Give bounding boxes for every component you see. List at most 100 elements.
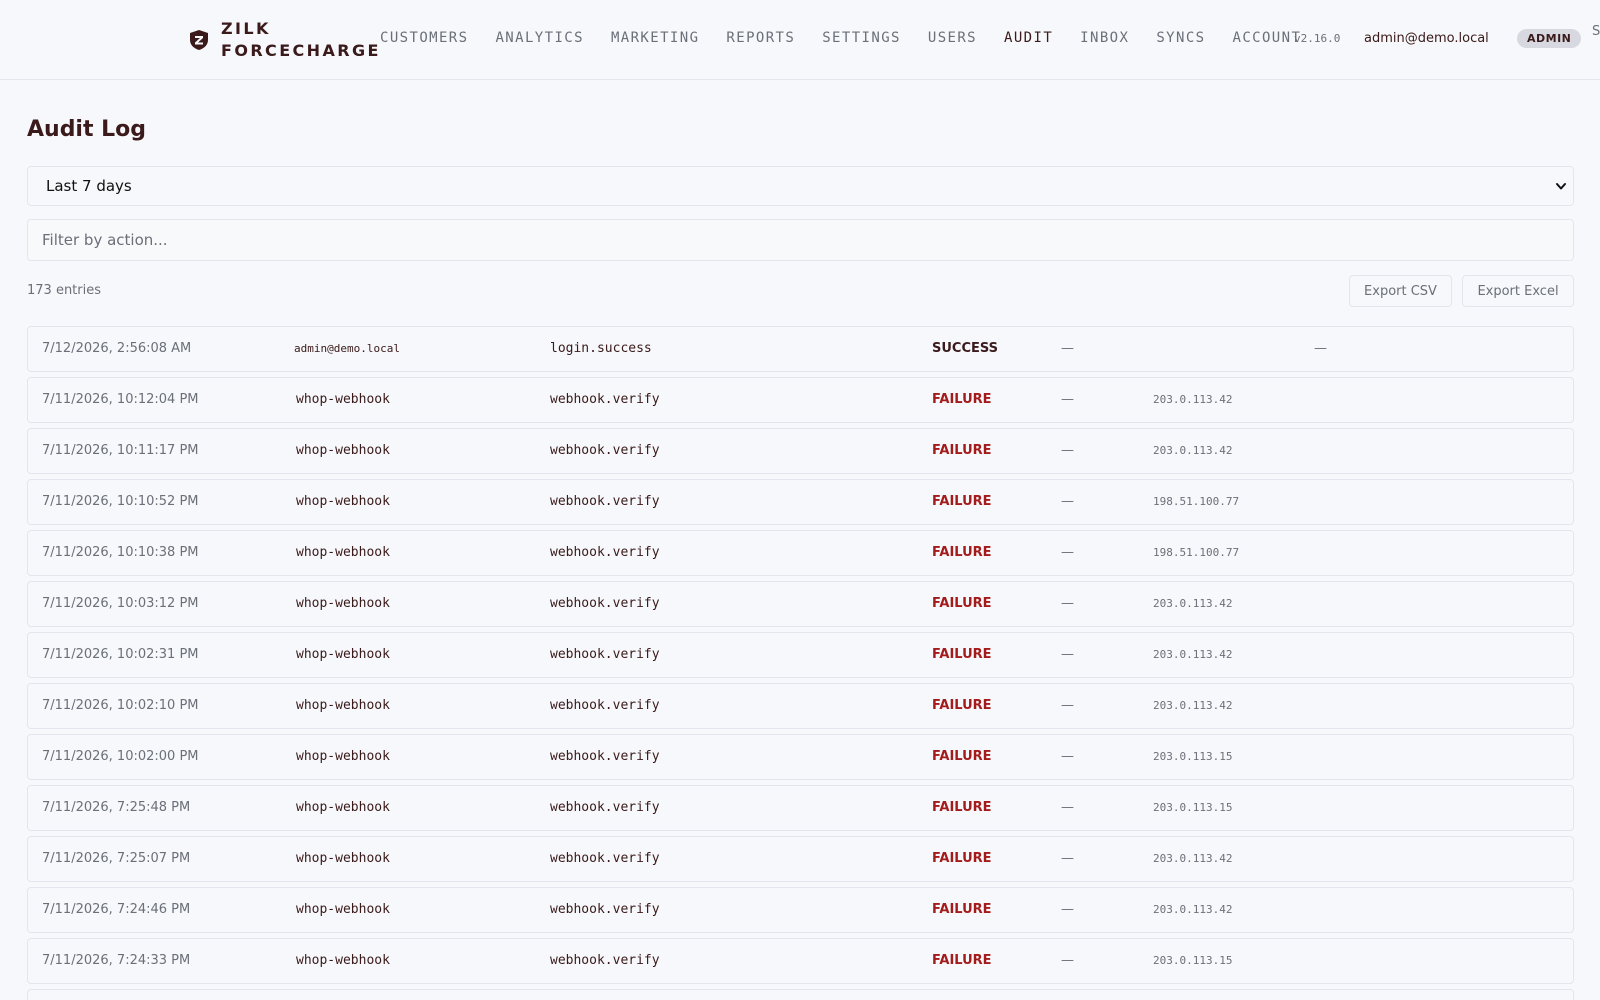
audit-log-list: 7/12/2026, 2:56:08 AM admin@demo.local l… (27, 326, 1574, 1000)
nav-marketing[interactable]: MARKETING (611, 30, 699, 46)
entry-ip: 203.0.113.15 (1153, 954, 1233, 967)
entry-target: — (1061, 494, 1074, 509)
entry-count: 173 entries (27, 283, 102, 298)
table-row[interactable]: 7/11/2026, 10:02:10 PM whop-webhook webh… (27, 683, 1574, 729)
entry-actor: whop-webhook (296, 392, 390, 407)
entry-time: 7/11/2026, 10:02:31 PM (42, 647, 199, 662)
entry-action: webhook.verify (550, 494, 660, 509)
entry-status: FAILURE (932, 494, 992, 509)
entry-actor: whop-webhook (296, 596, 390, 611)
entry-ip: — (1314, 341, 1327, 356)
entry-time: 7/11/2026, 7:25:07 PM (42, 851, 191, 866)
entry-ip: 203.0.113.15 (1153, 750, 1233, 763)
entry-time: 7/11/2026, 10:12:04 PM (42, 392, 199, 407)
nav-settings[interactable]: SETTINGS (822, 30, 901, 46)
entry-actor: admin@demo.local (294, 342, 400, 355)
entry-actor: whop-webhook (296, 902, 390, 917)
entry-time: 7/11/2026, 7:24:33 PM (42, 953, 191, 968)
entry-action: webhook.verify (550, 851, 660, 866)
table-row[interactable]: 7/11/2026, 10:10:52 PM whop-webhook webh… (27, 479, 1574, 525)
table-row-partial[interactable] (27, 989, 1574, 1000)
nav-reports[interactable]: REPORTS (726, 30, 795, 46)
entry-target: — (1061, 545, 1074, 560)
table-row[interactable]: 7/11/2026, 7:24:46 PM whop-webhook webho… (27, 887, 1574, 933)
entry-time: 7/11/2026, 7:24:46 PM (42, 902, 191, 917)
table-row[interactable]: 7/11/2026, 10:02:00 PM whop-webhook webh… (27, 734, 1574, 780)
nav-inbox[interactable]: INBOX (1080, 30, 1129, 46)
nav-customers[interactable]: CUSTOMERS (380, 30, 468, 46)
entry-ip: 203.0.113.42 (1153, 444, 1233, 457)
entry-action: webhook.verify (550, 698, 660, 713)
entry-target: — (1061, 698, 1074, 713)
table-row[interactable]: 7/11/2026, 7:25:07 PM whop-webhook webho… (27, 836, 1574, 882)
brand-name-line2: FORCECHARGE (221, 41, 381, 60)
entry-actor: whop-webhook (296, 749, 390, 764)
nav-analytics[interactable]: ANALYTICS (495, 30, 583, 46)
entry-time: 7/11/2026, 10:10:38 PM (42, 545, 199, 560)
table-row[interactable]: 7/11/2026, 7:25:48 PM whop-webhook webho… (27, 785, 1574, 831)
entry-time: 7/11/2026, 10:03:12 PM (42, 596, 199, 611)
entry-ip: 198.51.100.77 (1153, 546, 1240, 559)
nav-users[interactable]: USERS (928, 30, 977, 46)
nav-syncs[interactable]: SYNCS (1156, 30, 1205, 46)
entry-actor: whop-webhook (296, 647, 390, 662)
entry-action: webhook.verify (550, 596, 660, 611)
entry-target: — (1061, 341, 1074, 356)
entry-status: FAILURE (932, 851, 992, 866)
table-row[interactable]: 7/11/2026, 10:10:38 PM whop-webhook webh… (27, 530, 1574, 576)
entry-actor: whop-webhook (296, 800, 390, 815)
export-excel-button[interactable]: Export Excel (1462, 275, 1574, 307)
entry-ip: 198.51.100.77 (1153, 495, 1240, 508)
chevron-down-icon (1556, 183, 1566, 190)
page-title: Audit Log (27, 117, 147, 142)
entry-actor: whop-webhook (296, 851, 390, 866)
entry-status: FAILURE (932, 443, 992, 458)
entry-action: webhook.verify (550, 953, 660, 968)
entry-ip: 203.0.113.42 (1153, 393, 1233, 406)
entry-action: webhook.verify (550, 800, 660, 815)
entry-actor: whop-webhook (296, 545, 390, 560)
entry-status: FAILURE (932, 545, 992, 560)
table-row[interactable]: 7/11/2026, 10:02:31 PM whop-webhook webh… (27, 632, 1574, 678)
export-csv-button[interactable]: Export CSV (1349, 275, 1452, 307)
action-filter-input[interactable] (27, 219, 1574, 261)
entry-status: FAILURE (932, 749, 992, 764)
entry-time: 7/11/2026, 7:25:48 PM (42, 800, 191, 815)
entry-action: webhook.verify (550, 902, 660, 917)
entry-time: 7/11/2026, 10:02:00 PM (42, 749, 199, 764)
entry-status: SUCCESS (932, 341, 999, 356)
shield-logo-icon (190, 30, 208, 50)
nav-audit[interactable]: AUDIT (1004, 30, 1053, 46)
entry-target: — (1061, 851, 1074, 866)
entry-actor: whop-webhook (296, 494, 390, 509)
entry-status: FAILURE (932, 596, 992, 611)
entry-ip: 203.0.113.42 (1153, 597, 1233, 610)
table-row[interactable]: 7/11/2026, 10:12:04 PM whop-webhook webh… (27, 377, 1574, 423)
entry-target: — (1061, 749, 1074, 764)
entry-status: FAILURE (932, 953, 992, 968)
entry-ip: 203.0.113.42 (1153, 699, 1233, 712)
main-nav: CUSTOMERS ANALYTICS MARKETING REPORTS SE… (380, 30, 1328, 46)
entry-time: 7/12/2026, 2:56:08 AM (42, 341, 192, 356)
table-row[interactable]: 7/11/2026, 10:03:12 PM whop-webhook webh… (27, 581, 1574, 627)
table-row[interactable]: 7/11/2026, 10:11:17 PM whop-webhook webh… (27, 428, 1574, 474)
entry-status: FAILURE (932, 698, 992, 713)
entry-time: 7/11/2026, 10:02:10 PM (42, 698, 199, 713)
truncated-menu-icon[interactable]: S (1592, 24, 1600, 39)
entry-actor: whop-webhook (296, 953, 390, 968)
entry-target: — (1061, 800, 1074, 815)
top-navigation-bar: ZILK FORCECHARGE CUSTOMERS ANALYTICS MAR… (0, 0, 1600, 80)
entry-action: login.success (550, 341, 652, 356)
nav-account[interactable]: ACCOUNT (1232, 30, 1301, 46)
entry-action: webhook.verify (550, 392, 660, 407)
entry-status: FAILURE (932, 647, 992, 662)
entry-time: 7/11/2026, 10:10:52 PM (42, 494, 199, 509)
brand-logo[interactable]: ZILK FORCECHARGE (189, 18, 381, 62)
brand-name: ZILK FORCECHARGE (221, 18, 381, 62)
entry-time: 7/11/2026, 10:11:17 PM (42, 443, 199, 458)
date-range-select[interactable]: Last 7 days (27, 166, 1574, 206)
table-row[interactable]: 7/11/2026, 7:24:33 PM whop-webhook webho… (27, 938, 1574, 984)
entry-status: FAILURE (932, 392, 992, 407)
table-row[interactable]: 7/12/2026, 2:56:08 AM admin@demo.local l… (27, 326, 1574, 372)
entry-action: webhook.verify (550, 749, 660, 764)
